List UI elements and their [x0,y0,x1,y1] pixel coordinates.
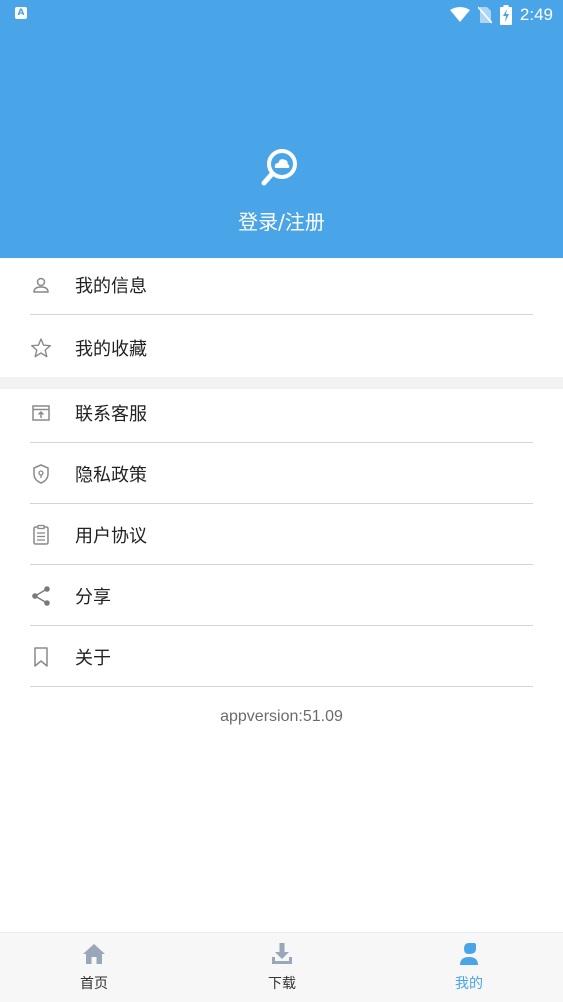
status-time: 2:49 [519,5,553,24]
menu-item-label: 用户协议 [75,526,147,547]
download-icon [272,943,292,964]
login-register-link[interactable]: 登录/注册 [0,206,563,235]
menu-item-privacy-policy[interactable]: 隐私政策 [30,461,533,487]
battery-charging-icon [499,5,512,25]
bookmark-icon [30,646,52,668]
menu-item-about[interactable]: 关于 [30,644,533,670]
section-separator [0,377,563,389]
divider [30,314,533,315]
menu-item-share[interactable]: 分享 [30,583,533,609]
menu-item-my-info[interactable]: 我的信息 [30,272,533,298]
wifi-icon [449,7,470,22]
divider [30,686,533,687]
menu-item-my-favorites[interactable]: 我的收藏 [30,335,533,361]
divider [30,625,533,626]
status-right: 2:49 [449,4,553,26]
bottom-navigation: 首页 下载 我的 [0,932,563,1002]
star-icon [30,337,52,359]
app-notification-icon: A [15,7,27,19]
share-icon [30,585,52,607]
clipboard-icon [30,524,52,546]
menu-item-label: 我的信息 [75,276,147,297]
status-bar: A 2:49 [0,0,563,30]
nav-tab-home[interactable]: 首页 [34,941,154,997]
divider [30,564,533,565]
nav-tab-label: 首页 [80,976,108,992]
profile-icon [460,943,478,965]
contact-icon [30,402,52,424]
app-version-text: appversion:51.09 [220,708,343,725]
home-icon [83,944,105,964]
menu-item-contact-support[interactable]: 联系客服 [30,400,533,426]
nav-tab-mine[interactable]: 我的 [409,941,529,997]
menu-item-label: 分享 [75,587,111,608]
profile-header: 登录/注册 [0,30,563,258]
menu-item-label: 我的收藏 [75,339,147,360]
menu-item-label: 关于 [75,648,111,669]
nav-tab-download[interactable]: 下载 [222,941,342,997]
divider [30,503,533,504]
divider [30,442,533,443]
screen: A 2:49 登录/注册 我的信息 我的收藏 联系客服 隐私政策 用户协议 分享… [0,0,563,1002]
cloud-search-logo-icon[interactable] [260,147,300,187]
nav-tab-label: 下载 [268,976,296,992]
nav-tab-label: 我的 [455,976,483,992]
menu-item-user-agreement[interactable]: 用户协议 [30,522,533,548]
person-icon [30,274,52,296]
menu-item-label: 隐私政策 [75,465,147,486]
no-sim-icon [477,6,492,24]
menu-item-label: 联系客服 [75,404,147,425]
shield-icon [30,463,52,485]
